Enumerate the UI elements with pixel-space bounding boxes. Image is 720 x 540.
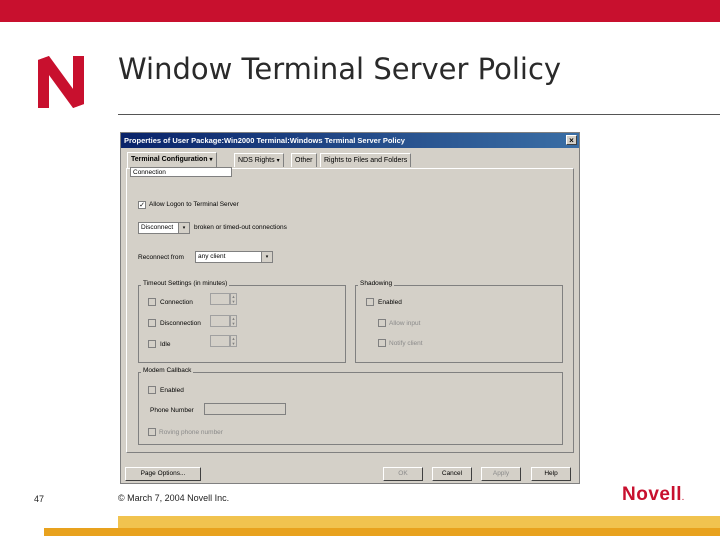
idle-timeout-checkbox[interactable] (148, 340, 156, 348)
page-number: 47 (34, 494, 45, 504)
tab-label: Terminal Configuration (131, 156, 208, 163)
timeout-group-title: Timeout Settings (in minutes) (141, 280, 230, 287)
allow-input-label: Allow input (389, 320, 421, 327)
chevron-down-icon: ▾ (261, 252, 272, 262)
reconnect-label: Reconnect from (138, 254, 184, 261)
disconnection-timeout-input[interactable] (210, 315, 230, 327)
cancel-button[interactable]: Cancel (432, 467, 472, 481)
roving-phone-checkbox[interactable] (148, 428, 156, 436)
phone-number-field[interactable] (204, 403, 286, 415)
dropdown-value: any client (198, 253, 226, 260)
shadowing-enabled-label: Enabled (378, 299, 402, 306)
dropdown-value: Disconnect (141, 224, 174, 231)
tab-terminal-configuration[interactable]: Terminal Configuration ▾ (127, 152, 217, 168)
shadowing-group (355, 285, 563, 363)
allow-input-checkbox[interactable] (378, 319, 386, 327)
disconnection-timeout-checkbox[interactable] (148, 319, 156, 327)
checkmark-icon: ✓ (139, 202, 145, 209)
subtab-connection[interactable]: Connection (130, 167, 232, 177)
help-button[interactable]: Help (531, 467, 571, 481)
dialog-title-bar: Properties of User Package:Win2000 Termi… (121, 133, 579, 148)
reconnect-dropdown[interactable]: any client ▾ (195, 251, 273, 263)
footer-band-light (118, 516, 720, 528)
title-divider (118, 114, 720, 115)
connection-timeout-input[interactable] (210, 293, 230, 305)
tab-nds-rights[interactable]: NDS Rights ▾ (234, 153, 284, 167)
tab-rights-to-files[interactable]: Rights to Files and Folders (320, 153, 412, 167)
chevron-down-icon: ▾ (209, 157, 213, 163)
disconnection-timeout-stepper[interactable]: ▲ ▼ (230, 315, 237, 327)
tab-label: Other (295, 157, 313, 164)
footer-band-dark (44, 528, 720, 536)
shadowing-group-title: Shadowing (358, 280, 395, 287)
idle-timeout-input[interactable] (210, 335, 230, 347)
apply-button[interactable]: Apply (481, 467, 521, 481)
allow-logon-label: Allow Logon to Terminal Server (149, 201, 239, 208)
roving-phone-label: Roving phone number (159, 429, 223, 436)
ok-button[interactable]: OK (383, 467, 423, 481)
idle-timeout-stepper[interactable]: ▲ ▼ (230, 335, 237, 347)
modem-group-title: Modem Callback (141, 367, 194, 374)
phone-number-label: Phone Number (150, 407, 194, 414)
tab-other[interactable]: Other (291, 153, 317, 167)
modem-enabled-checkbox[interactable] (148, 386, 156, 394)
broken-connection-label: broken or timed-out connections (194, 224, 287, 231)
top-red-bar (0, 0, 720, 22)
properties-dialog: Properties of User Package:Win2000 Termi… (120, 132, 580, 484)
slide-title: Window Terminal Server Policy (118, 52, 562, 86)
idle-timeout-label: Idle (160, 341, 171, 348)
allow-logon-checkbox[interactable]: ✓ (138, 201, 146, 209)
close-icon: × (569, 136, 574, 145)
chevron-down-icon: ▾ (178, 223, 189, 233)
logo-text: Novell (622, 484, 683, 505)
disconnection-timeout-label: Disconnection (160, 320, 201, 327)
tab-label: NDS Rights (238, 157, 275, 164)
page-options-button[interactable]: Page Options... (125, 467, 201, 481)
chevron-down-icon: ▾ (276, 158, 280, 164)
novell-n-logo (38, 56, 84, 108)
copyright-text: © March 7, 2004 Novell Inc. (118, 493, 230, 503)
tab-label: Rights to Files and Folders (324, 157, 408, 164)
shadowing-enabled-checkbox[interactable] (366, 298, 374, 306)
notify-client-checkbox[interactable] (378, 339, 386, 347)
close-button[interactable]: × (566, 135, 577, 145)
modem-enabled-label: Enabled (160, 387, 184, 394)
novell-wordmark-logo: Novell. (622, 484, 684, 506)
connection-timeout-checkbox[interactable] (148, 298, 156, 306)
dialog-title: Properties of User Package:Win2000 Termi… (124, 136, 405, 145)
notify-client-label: Notify client (389, 340, 423, 347)
broken-connection-dropdown[interactable]: Disconnect ▾ (138, 222, 190, 234)
connection-timeout-label: Connection (160, 299, 193, 306)
logo-mark: . (682, 495, 685, 502)
connection-timeout-stepper[interactable]: ▲ ▼ (230, 293, 237, 305)
